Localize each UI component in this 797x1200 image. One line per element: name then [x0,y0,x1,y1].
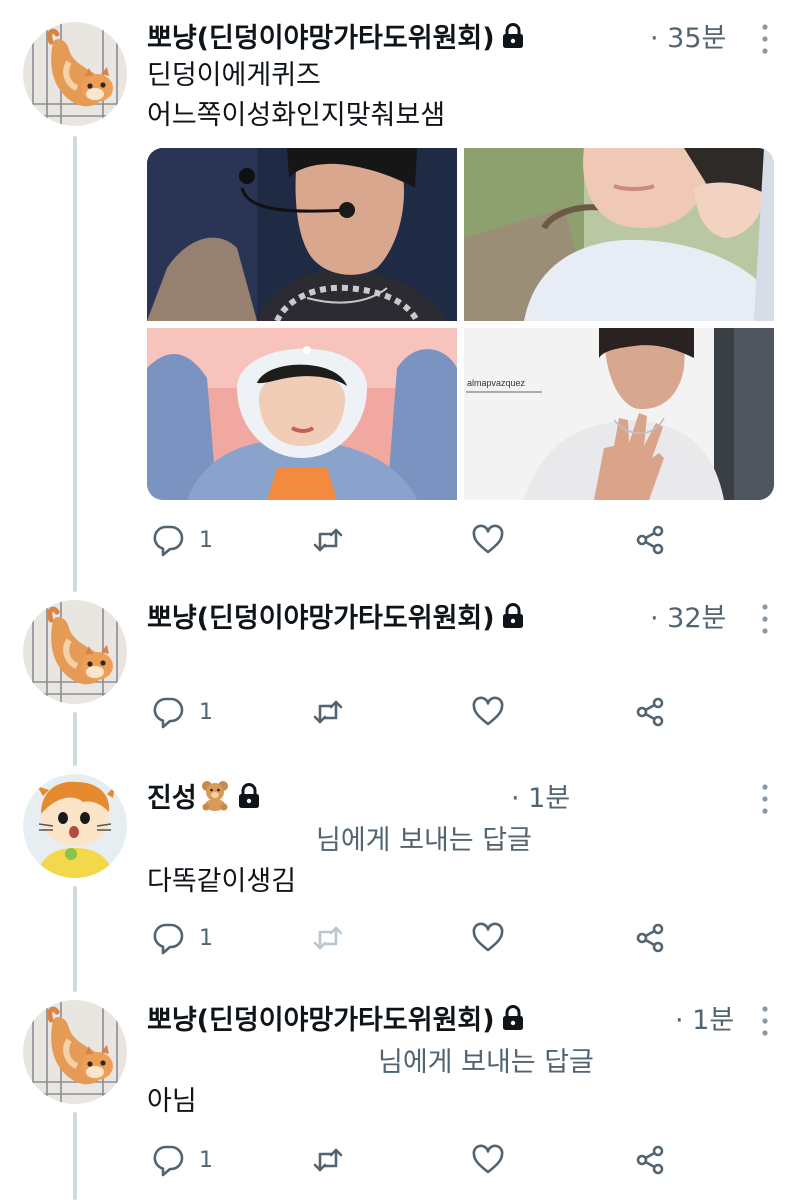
media-grid[interactable]: almapvazquez [147,148,774,500]
heart-icon [471,695,505,729]
more-options-icon[interactable] [759,1004,771,1038]
media-image-1[interactable] [147,148,457,321]
heart-icon [471,1143,505,1177]
retweet-button-disabled [311,916,345,960]
tweet-text-line: 다똑같이생김 [147,866,297,897]
tweet-header: 뽀냥(딘덩이야망가타도위원회) · 32분 [147,596,797,640]
timestamp[interactable]: · 32분 [650,596,726,635]
share-icon [633,523,667,557]
reply-icon [151,1143,185,1177]
author-name[interactable]: 진성 [147,776,261,815]
tweet-2[interactable]: 뽀냥(딘덩이야망가타도위원회) · 32분 1 [0,592,797,762]
tweet-actions: 1 [147,1138,707,1182]
author-name[interactable]: 뽀냥(딘덩이야망가타도위원회) [147,16,525,55]
media-image-2[interactable] [464,148,774,321]
reply-icon [151,921,185,955]
tweet-actions: 1 [147,518,707,562]
share-icon [633,921,667,955]
lock-icon [237,783,261,809]
tweet-header: 진성 · 1분 [147,776,797,820]
tweet-text-line: 아님 [147,1086,197,1117]
tweet-4[interactable]: 뽀냥(딘덩이야망가타도위원회) · 1분 님에게 보내는 답글 아님 1 [0,992,797,1200]
more-options-icon[interactable] [759,602,771,636]
retweet-button[interactable] [311,518,345,562]
teddy-bear-icon [201,781,228,811]
media-image-3[interactable] [147,328,457,500]
reply-button[interactable]: 1 [151,690,213,734]
author-name[interactable]: 뽀냥(딘덩이야망가타도위원회) [147,998,525,1037]
like-button[interactable] [471,916,505,960]
reply-to-label[interactable]: 님에게 보내는 답글 [378,1040,594,1079]
more-options-icon[interactable] [759,782,771,816]
media-image-4[interactable]: almapvazquez [464,328,774,500]
reply-button[interactable]: 1 [151,518,213,562]
like-button[interactable] [471,690,505,734]
avatar[interactable] [23,22,127,126]
reply-count: 1 [199,699,213,725]
retweet-button[interactable] [311,1138,345,1182]
tweet-text-line: 딘덩이에게퀴즈 [147,60,321,91]
reply-button[interactable]: 1 [151,1138,213,1182]
media-watermark: almapvazquez [467,378,526,388]
share-button[interactable] [633,518,667,562]
reply-count: 1 [199,527,213,553]
author-name[interactable]: 뽀냥(딘덩이야망가타도위원회) [147,596,525,635]
retweet-icon [311,921,345,955]
lock-icon [501,1005,525,1031]
share-icon [633,1143,667,1177]
reply-to-label[interactable]: 님에게 보내는 답글 [316,818,532,857]
reply-icon [151,523,185,557]
reply-count: 1 [199,1147,213,1173]
reply-button[interactable]: 1 [151,916,213,960]
tweet-actions: 1 [147,916,707,960]
heart-icon [471,921,505,955]
timestamp[interactable]: · 1분 [675,998,734,1037]
timestamp[interactable]: · 35분 [650,16,726,55]
retweet-icon [311,695,345,729]
tweet-header: 뽀냥(딘덩이야망가타도위원회) · 1분 [147,998,797,1042]
tweet-header: 뽀냥(딘덩이야망가타도위원회) · 35분 [147,16,797,60]
share-button[interactable] [633,690,667,734]
retweet-icon [311,1143,345,1177]
tweet-3[interactable]: 진성 · 1분 님에게 보내는 답글 다똑같이생김 1 [0,766,797,992]
avatar[interactable] [23,774,127,878]
like-button[interactable] [471,1138,505,1182]
like-button[interactable] [471,518,505,562]
tweet-text-line: 어느쪽이성화인지맞춰보샘 [147,100,446,131]
reply-count: 1 [199,925,213,951]
tweet-1[interactable]: 뽀냥(딘덩이야망가타도위원회) · 35분 딘덩이에게퀴즈 어느쪽이성화인지맞춰… [0,0,797,590]
avatar[interactable] [23,600,127,704]
share-button[interactable] [633,1138,667,1182]
share-button[interactable] [633,916,667,960]
heart-icon [471,523,505,557]
avatar[interactable] [23,1000,127,1104]
share-icon [633,695,667,729]
lock-icon [501,23,525,49]
retweet-button[interactable] [311,690,345,734]
lock-icon [501,603,525,629]
timestamp[interactable]: · 1분 [511,776,570,815]
more-options-icon[interactable] [759,22,771,56]
tweet-actions: 1 [147,690,707,734]
retweet-icon [311,523,345,557]
reply-icon [151,695,185,729]
